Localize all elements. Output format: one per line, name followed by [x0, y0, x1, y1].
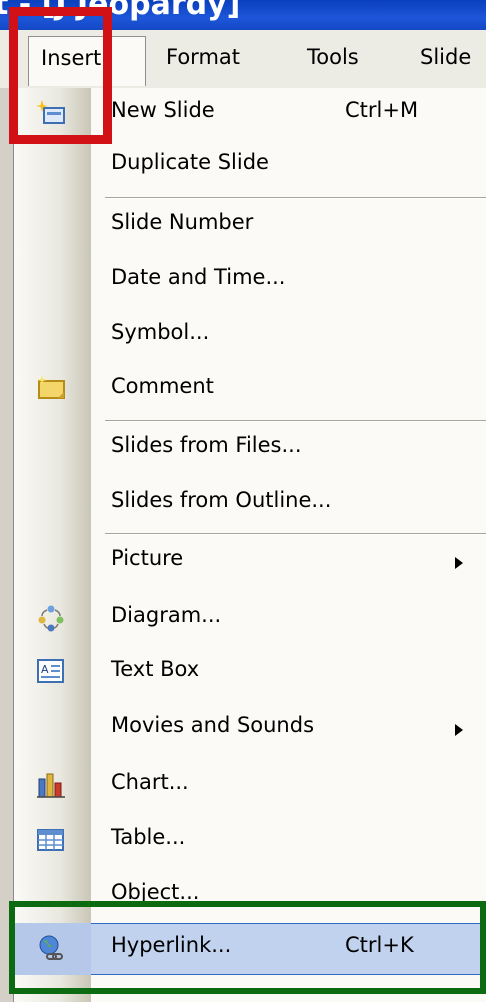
menu-item-object[interactable]: Object...: [14, 870, 486, 922]
menu-item-label: Chart...: [111, 770, 189, 794]
menu-item-label: Movies and Sounds: [111, 713, 315, 737]
menu-item-label: Date and Time...: [111, 265, 286, 289]
document-edge: [0, 88, 14, 1002]
menu-item-label: Slides from Files...: [111, 433, 302, 457]
menu-item-label: Hyperlink...: [111, 933, 232, 957]
table-icon: [37, 829, 64, 851]
menu-item-comment[interactable]: Comment: [14, 364, 486, 416]
menu-item-label: Text Box: [111, 657, 200, 681]
menu-item-label: Slides from Outline...: [111, 488, 332, 512]
menu-item-picture[interactable]: Picture: [14, 536, 486, 588]
menu-format[interactable]: Format: [166, 45, 240, 69]
menu-item-table[interactable]: Table...: [14, 815, 486, 867]
menu-item-label: Duplicate Slide: [111, 150, 269, 174]
menu-item-label: New Slide: [111, 98, 215, 122]
menu-item-new-slide[interactable]: New Slide Ctrl+M: [14, 88, 486, 140]
shortcut-label: Ctrl+K: [345, 933, 414, 957]
insert-menu: New Slide Ctrl+M Duplicate Slide Slide N…: [13, 88, 486, 1002]
svg-text:A: A: [41, 663, 49, 676]
menu-item-slide-number[interactable]: Slide Number: [14, 200, 486, 252]
menu-item-label: Object...: [111, 880, 200, 904]
menu-tools[interactable]: Tools: [307, 45, 359, 69]
menu-item-slides-from-outline[interactable]: Slides from Outline...: [14, 478, 486, 530]
menu-insert[interactable]: Insert: [28, 36, 146, 86]
window-title-bar: t - [J Jeopardy]: [0, 0, 486, 30]
menu-slide-show[interactable]: Slide: [420, 45, 471, 69]
hyperlink-icon: [39, 935, 63, 960]
submenu-arrow-icon: [455, 724, 463, 736]
chart-icon: [37, 773, 65, 798]
comment-icon: [37, 375, 65, 399]
new-slide-icon: [36, 100, 65, 124]
menu-item-diagram[interactable]: Diagram...: [14, 593, 486, 645]
menu-item-date-and-time[interactable]: Date and Time...: [14, 255, 486, 307]
menu-bar: Insert Format Tools Slide: [0, 30, 486, 89]
menu-separator: [105, 197, 486, 199]
menu-item-movies-and-sounds[interactable]: Movies and Sounds: [14, 703, 486, 755]
submenu-arrow-icon: [455, 557, 463, 569]
shortcut-label: Ctrl+M: [345, 98, 419, 122]
menu-item-slides-from-files[interactable]: Slides from Files...: [14, 423, 486, 475]
window-title: t - [J Jeopardy]: [0, 0, 241, 22]
menu-separator: [105, 420, 486, 422]
menu-item-chart[interactable]: Chart...: [14, 760, 486, 812]
menu-item-duplicate-slide[interactable]: Duplicate Slide: [14, 140, 486, 192]
menu-item-label: Table...: [111, 825, 186, 849]
menu-item-symbol[interactable]: Symbol...: [14, 310, 486, 362]
menu-insert-label: Insert: [41, 46, 102, 70]
menu-item-label: Symbol...: [111, 320, 210, 344]
diagram-icon: [38, 605, 64, 632]
menu-item-label: Diagram...: [111, 603, 222, 627]
menu-separator: [105, 533, 486, 535]
menu-item-text-box[interactable]: A Text Box: [14, 647, 486, 699]
menu-item-hyperlink[interactable]: Hyperlink... Ctrl+K: [14, 923, 486, 975]
menu-item-label: Slide Number: [111, 210, 254, 234]
menu-item-label: Picture: [111, 546, 184, 570]
text-box-icon: A: [37, 659, 64, 683]
menu-item-label: Comment: [111, 374, 214, 398]
